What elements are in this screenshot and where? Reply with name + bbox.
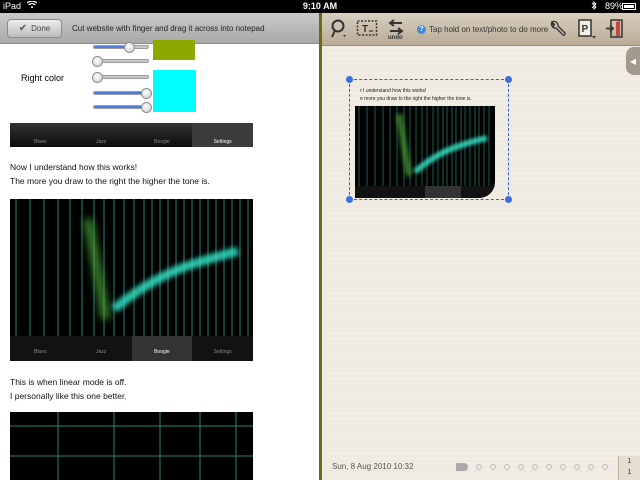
viz-tab-boogie[interactable]: Boogie [132, 349, 193, 355]
tab-settings[interactable]: Settings [192, 123, 253, 147]
web-pane: ✔ Done Cut website with finger and drag … [0, 13, 320, 480]
color-slider[interactable] [92, 72, 149, 83]
svg-text:P: P [582, 24, 589, 35]
checkmark-icon: ✔ [18, 23, 28, 34]
grid-visualization [10, 412, 253, 480]
clipping-line-1: r I understand how this works! [360, 88, 427, 94]
app-tabbar-top: Blues Jazz Boogie Settings [10, 123, 253, 147]
page-number-corner[interactable]: 1 1 [618, 456, 640, 480]
web-content[interactable]: Right color Blues Jazz Boogie Settings N… [0, 40, 320, 480]
color-slider[interactable] [93, 42, 149, 53]
notepad-hint: ? Tap hold on text/photo to do more [417, 25, 548, 34]
help-icon: ? [417, 25, 426, 34]
viz-tab-jazz[interactable]: Jazz [71, 349, 132, 355]
page-dot[interactable] [602, 464, 608, 470]
resize-handle-bottom-right[interactable] [505, 196, 512, 203]
svg-text:T: T [362, 24, 368, 35]
right-color-swatch [153, 70, 196, 112]
status-bar: iPad 9:10 AM 89% [0, 0, 640, 13]
clipping-image [355, 106, 495, 198]
page-menu-icon[interactable]: P [576, 18, 598, 40]
side-panel-toggle[interactable]: ◀ [626, 47, 640, 75]
wrench-icon[interactable] [548, 18, 568, 40]
page-dot[interactable] [490, 464, 496, 470]
page-dot[interactable] [504, 464, 510, 470]
status-time: 9:10 AM [302, 1, 338, 11]
tab-jazz[interactable]: Jazz [71, 123, 132, 147]
notepad-toolbar: T undo ? Tap hold on text/photo to do mo… [322, 13, 640, 46]
page-dot[interactable] [518, 464, 524, 470]
viz-tab-settings[interactable]: Settings [192, 349, 253, 355]
color-slider[interactable] [93, 88, 152, 99]
resize-handle-bottom-left[interactable] [346, 196, 353, 203]
viz-tab-blues[interactable]: Blues [10, 349, 71, 355]
chevron-left-icon: ◀ [629, 56, 637, 66]
done-button[interactable]: ✔ Done [7, 19, 62, 38]
right-color-label: Right color [21, 73, 65, 83]
page-indicator[interactable] [456, 463, 608, 471]
clipping-line-2: e more you draw to the right the higher … [360, 96, 472, 102]
page-number-top: 1 [627, 458, 632, 465]
text-box-icon[interactable]: T [356, 18, 378, 40]
resize-handle-top-left[interactable] [346, 76, 353, 83]
paragraph-1: Now I understand how this works! The mor… [10, 160, 210, 188]
lasso-tool-icon[interactable] [329, 18, 349, 40]
paragraph-1-line-1: Now I understand how this works! [10, 162, 138, 172]
paragraph-2: This is when linear mode is off. I perso… [10, 375, 127, 403]
done-label: Done [31, 24, 51, 33]
paragraph-2-line-2: I personally like this one better. [10, 391, 127, 401]
left-color-swatch [153, 40, 195, 60]
vertical-lines-visualization: Blues Jazz Boogie Settings [10, 199, 253, 361]
color-slider[interactable] [93, 102, 152, 113]
page-dot[interactable] [546, 464, 552, 470]
clipping-text: r I understand how this works! e more yo… [360, 87, 472, 103]
bookmark-flag-icon[interactable] [456, 463, 468, 471]
note-date: Sun, 8 Aug 2010 10:32 [332, 462, 414, 471]
paragraph-1-line-2: The more you draw to the right the highe… [10, 176, 210, 186]
exit-icon[interactable] [604, 18, 626, 40]
battery-icon [622, 3, 636, 10]
resize-handle-top-right[interactable] [505, 76, 512, 83]
viz-tabbar: Blues Jazz Boogie Settings [10, 349, 253, 355]
page-dot[interactable] [574, 464, 580, 470]
page-number-bottom: 1 [627, 469, 632, 476]
cut-hint: Cut website with finger and drag it acro… [72, 24, 265, 33]
tab-boogie[interactable]: Boogie [132, 123, 193, 147]
bluetooth-icon [591, 0, 597, 12]
page-dot[interactable] [476, 464, 482, 470]
page-dot[interactable] [532, 464, 538, 470]
tab-blues[interactable]: Blues [10, 123, 71, 147]
notepad-pane: T undo ? Tap hold on text/photo to do mo… [322, 13, 640, 480]
battery-percent: 89% [605, 1, 624, 11]
pasted-clipping[interactable]: r I understand how this works! e more yo… [346, 76, 512, 203]
page-dot[interactable] [560, 464, 566, 470]
color-slider[interactable] [92, 56, 149, 67]
paragraph-2-line-1: This is when linear mode is off. [10, 377, 127, 387]
notepad-hint-text: Tap hold on text/photo to do more [429, 25, 549, 34]
undo-label: undo [388, 35, 403, 41]
page-dot[interactable] [588, 464, 594, 470]
